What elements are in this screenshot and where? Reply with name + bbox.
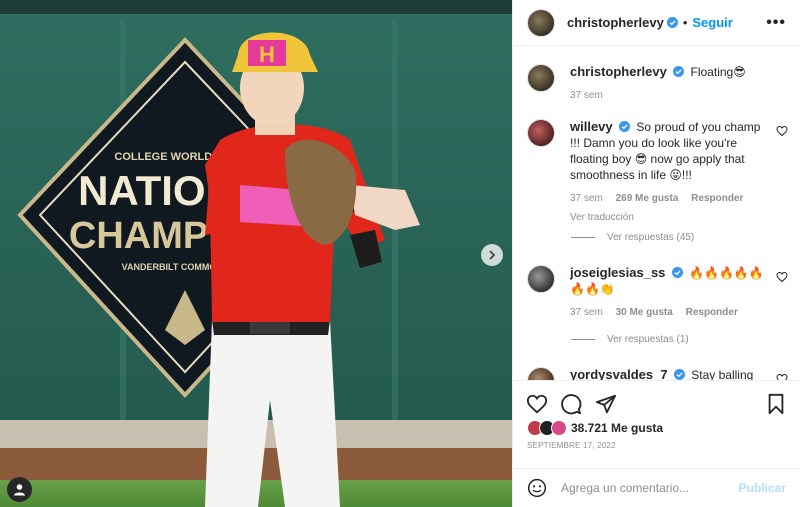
caption-meta: 37 sem bbox=[570, 88, 766, 104]
heart-icon[interactable] bbox=[776, 271, 788, 283]
comment-time[interactable]: 37 sem bbox=[570, 307, 603, 318]
post-details-panel: christopherlevy • Seguir ••• christopher… bbox=[512, 0, 800, 507]
comment-avatar[interactable] bbox=[527, 265, 555, 293]
likes-summary[interactable]: 38.721 Me gusta bbox=[527, 420, 663, 436]
verified-badge-icon bbox=[666, 17, 678, 28]
comment-avatar[interactable] bbox=[527, 119, 555, 147]
heart-icon[interactable] bbox=[526, 393, 548, 415]
heart-icon[interactable] bbox=[776, 125, 788, 137]
liker-avatar bbox=[551, 420, 567, 436]
next-image-button[interactable] bbox=[481, 244, 503, 266]
comment-username[interactable]: joseiglesias_ss bbox=[570, 265, 665, 280]
replies-divider bbox=[571, 237, 595, 238]
caption-avatar[interactable] bbox=[527, 64, 555, 92]
caption-time[interactable]: 37 sem bbox=[570, 90, 603, 101]
caption-text: Floating😎 bbox=[690, 65, 746, 79]
tagged-users-button[interactable] bbox=[7, 477, 32, 502]
add-comment-bar: Publicar bbox=[513, 468, 800, 507]
more-options-button[interactable]: ••• bbox=[766, 14, 786, 32]
comment-input[interactable] bbox=[559, 480, 733, 496]
bookmark-icon[interactable] bbox=[765, 393, 787, 415]
heart-icon[interactable] bbox=[776, 373, 788, 380]
paper-plane-icon[interactable] bbox=[595, 393, 617, 415]
reply-button[interactable]: Responder bbox=[691, 193, 743, 204]
translate-link[interactable]: Ver traducción bbox=[570, 210, 766, 226]
post-actions: 38.721 Me gusta SEPTIEMBRE 17, 2022 bbox=[513, 380, 800, 468]
view-replies-label: Ver respuestas (45) bbox=[607, 232, 695, 243]
separator-dot: • bbox=[682, 15, 688, 30]
post-header: christopherlevy • Seguir ••• bbox=[513, 0, 800, 46]
comment-time[interactable]: 37 sem bbox=[570, 193, 603, 204]
chevron-right-icon bbox=[489, 250, 496, 260]
cap-logo: H bbox=[259, 42, 275, 67]
verified-badge-icon bbox=[671, 267, 683, 278]
likes-count[interactable]: 38.721 Me gusta bbox=[571, 421, 663, 435]
comments-list[interactable]: christopherlevy Floating😎 37 sem willevy bbox=[513, 47, 800, 380]
photo-illustration: COLLEGE WORLD SERIES NATIONAL CHAMPIONS … bbox=[0, 0, 512, 507]
author-username[interactable]: christopherlevy bbox=[567, 15, 664, 30]
comment-meta: 37 sem 30 Me gusta Responder bbox=[570, 305, 766, 321]
view-replies-label: Ver respuestas (1) bbox=[607, 334, 689, 345]
user-icon bbox=[14, 484, 25, 496]
smiley-icon[interactable] bbox=[527, 478, 547, 498]
comment-item: yordysvaldes_7 Stay balling bbox=[527, 367, 788, 380]
post-photo[interactable]: COLLEGE WORLD SERIES NATIONAL CHAMPIONS … bbox=[0, 0, 512, 507]
caption-username[interactable]: christopherlevy bbox=[570, 64, 667, 79]
verified-badge-icon bbox=[673, 66, 685, 77]
replies-divider bbox=[571, 339, 595, 340]
comment-avatar[interactable] bbox=[527, 367, 555, 380]
publish-button[interactable]: Publicar bbox=[739, 481, 786, 495]
view-replies-button[interactable]: Ver respuestas (45) bbox=[571, 232, 694, 243]
author-avatar[interactable] bbox=[527, 8, 555, 37]
comment-username[interactable]: willevy bbox=[570, 119, 613, 134]
post-caption: christopherlevy Floating😎 37 sem bbox=[527, 64, 788, 124]
verified-badge-icon bbox=[673, 369, 685, 380]
comment-item: joseiglesias_ss 🔥🔥🔥🔥🔥🔥🔥👏 37 sem 30 Me gu… bbox=[527, 265, 788, 337]
view-replies-button[interactable]: Ver respuestas (1) bbox=[571, 334, 689, 345]
comment-likes[interactable]: 269 Me gusta bbox=[616, 193, 679, 204]
comment-username[interactable]: yordysvaldes_7 bbox=[570, 367, 668, 380]
comment-icon[interactable] bbox=[560, 393, 582, 415]
comment-likes[interactable]: 30 Me gusta bbox=[616, 307, 673, 318]
comment-text: Stay balling bbox=[691, 368, 754, 380]
post-date[interactable]: SEPTIEMBRE 17, 2022 bbox=[527, 441, 616, 450]
verified-badge-icon bbox=[618, 121, 630, 132]
comment-item: willevy So proud of you champ !!! Damn y… bbox=[527, 119, 788, 223]
follow-button[interactable]: Seguir bbox=[692, 15, 732, 30]
comment-meta: 37 sem 269 Me gusta Responder bbox=[570, 191, 766, 207]
reply-button[interactable]: Responder bbox=[686, 307, 738, 318]
